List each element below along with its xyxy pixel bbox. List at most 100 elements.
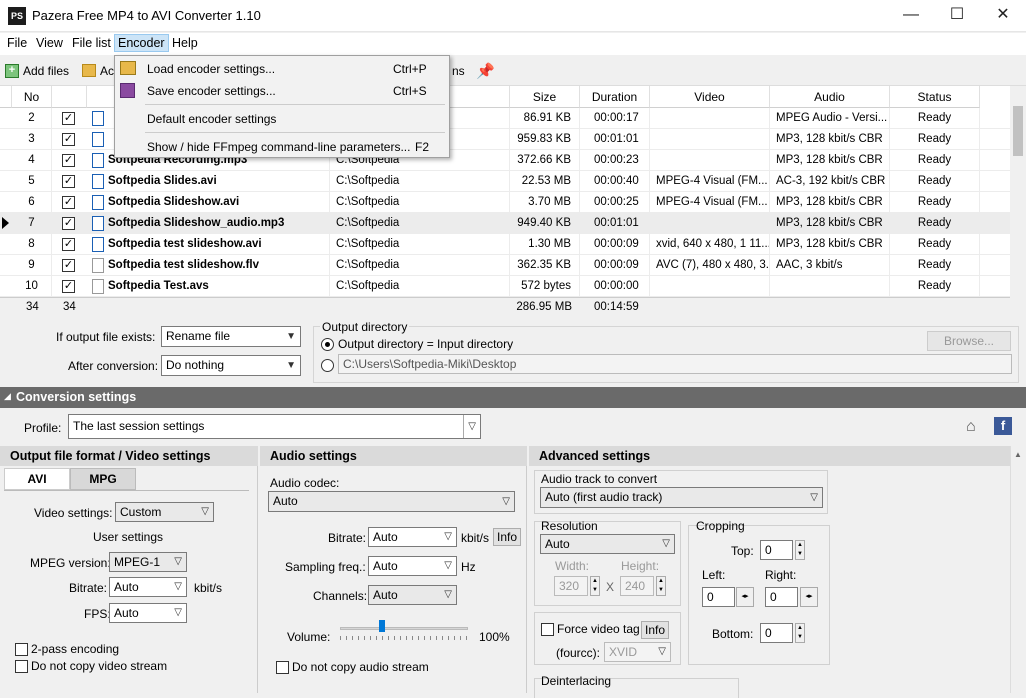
width-label: Width: bbox=[555, 559, 590, 573]
facebook-icon[interactable]: f bbox=[994, 417, 1012, 435]
close-button[interactable]: ✕ bbox=[980, 0, 1026, 32]
menu-view[interactable]: View bbox=[36, 36, 63, 50]
header-audio[interactable]: Audio bbox=[770, 86, 890, 108]
settings-scrollbar[interactable]: ▲ bbox=[1010, 446, 1026, 693]
scrollbar-thumb[interactable] bbox=[1013, 106, 1023, 156]
radio-custom-directory[interactable] bbox=[321, 359, 334, 372]
tab-mpg[interactable]: MPG bbox=[70, 468, 136, 490]
audio-codec-select[interactable]: Auto ▽ bbox=[268, 491, 515, 512]
height-input[interactable]: 240 bbox=[620, 576, 654, 596]
force-video-tag-checkbox[interactable] bbox=[541, 623, 554, 636]
no-copy-video-checkbox[interactable] bbox=[15, 660, 28, 673]
audio-track-select[interactable]: Auto (first audio track) ▽ bbox=[540, 487, 823, 508]
cell-video bbox=[650, 129, 770, 150]
volume-slider[interactable] bbox=[379, 620, 386, 632]
table-row[interactable]: ✓ 5 Softpedia Slides.avi C:\Softpedia 22.53 … bbox=[0, 171, 1010, 192]
two-pass-checkbox[interactable] bbox=[15, 643, 28, 656]
video-settings-select[interactable]: Custom ▽ bbox=[115, 502, 214, 522]
row-checkbox[interactable]: ✓ bbox=[62, 175, 75, 188]
crop-bottom-spinner[interactable]: ▲ ▼ bbox=[795, 623, 805, 643]
header-video[interactable]: Video bbox=[650, 86, 770, 108]
maximize-button[interactable]: ☐ bbox=[934, 0, 980, 32]
grid-scrollbar[interactable] bbox=[1010, 86, 1026, 316]
menu-encoder[interactable]: Encoder bbox=[114, 34, 169, 52]
browse-button[interactable]: Browse... bbox=[927, 331, 1011, 351]
user-settings-label: User settings bbox=[93, 530, 164, 544]
video-settings-header: Output file format / Video settings bbox=[0, 446, 258, 466]
header-no[interactable]: No bbox=[12, 86, 52, 108]
cell-no: 4 bbox=[12, 150, 52, 171]
cell-no: 9 bbox=[12, 255, 52, 276]
crop-left-spinner[interactable]: ◂▸ bbox=[736, 587, 754, 607]
table-row[interactable]: ✓ 6 Softpedia Slideshow.avi C:\Softpedia 3.7… bbox=[0, 192, 1010, 213]
row-checkbox[interactable]: ✓ bbox=[62, 133, 75, 146]
cell-path: C:\Softpedia bbox=[330, 276, 510, 297]
resolution-select[interactable]: Auto ▽ bbox=[540, 534, 675, 554]
scroll-up-icon[interactable]: ▲ bbox=[1014, 450, 1022, 459]
crop-left-input[interactable]: 0 bbox=[702, 587, 735, 607]
menu-file[interactable]: File bbox=[7, 36, 27, 50]
tab-avi[interactable]: AVI bbox=[4, 468, 70, 490]
minimize-button[interactable]: — bbox=[888, 0, 934, 32]
header-duration[interactable]: Duration bbox=[580, 86, 650, 108]
menu-help[interactable]: Help bbox=[172, 36, 198, 50]
cell-name: Softpedia test slideshow.avi bbox=[108, 234, 330, 255]
options-button[interactable]: ns bbox=[452, 64, 465, 78]
row-checkbox[interactable]: ✓ bbox=[62, 154, 75, 167]
crop-bottom-input[interactable]: 0 bbox=[760, 623, 793, 643]
crop-right-input[interactable]: 0 bbox=[765, 587, 798, 607]
conversion-panel: Profile: The last session settings ▽ ⌂ f … bbox=[0, 408, 1026, 698]
crop-right-spinner[interactable]: ◂▸ bbox=[800, 587, 818, 607]
video-tag-info-button[interactable]: Info bbox=[641, 621, 669, 639]
pin-icon[interactable]: 📌 bbox=[476, 62, 495, 80]
add-files-button[interactable]: Add files bbox=[23, 64, 69, 78]
if-exists-select[interactable]: Rename file ▼ bbox=[161, 326, 301, 347]
cell-path: C:\Softpedia bbox=[330, 213, 510, 234]
menu-show-ffmpeg-params[interactable]: Show / hide FFmpeg command-line paramete… bbox=[147, 140, 410, 154]
crop-top-input[interactable]: 0 bbox=[760, 540, 793, 560]
cell-status: Ready bbox=[890, 171, 980, 192]
menu-load-encoder-settings[interactable]: Load encoder settings... bbox=[147, 62, 275, 76]
fps-select[interactable]: Auto ▽ bbox=[109, 603, 187, 623]
row-checkbox[interactable]: ✓ bbox=[62, 112, 75, 125]
row-checkbox[interactable]: ✓ bbox=[62, 259, 75, 272]
home-icon[interactable]: ⌂ bbox=[966, 418, 976, 436]
after-conversion-select[interactable]: Do nothing ▼ bbox=[161, 355, 301, 376]
crop-top-label: Top: bbox=[731, 544, 754, 558]
table-row[interactable]: ✓ 9 Softpedia test slideshow.flv C:\Softped… bbox=[0, 255, 1010, 276]
add-folder-button[interactable]: Ac bbox=[100, 64, 114, 78]
audio-bitrate-info-button[interactable]: Info bbox=[493, 528, 521, 546]
crop-top-spinner[interactable]: ▲ ▼ bbox=[795, 540, 805, 560]
video-bitrate-select[interactable]: Auto ▽ bbox=[109, 577, 187, 597]
cell-audio: MP3, 128 kbit/s CBR bbox=[770, 192, 890, 213]
table-row[interactable]: ✓ 7 Softpedia Slideshow_audio.mp3 C:\Softpe… bbox=[0, 213, 1010, 234]
fourcc-select[interactable]: XVID ▽ bbox=[604, 642, 671, 662]
no-copy-audio-checkbox[interactable] bbox=[276, 661, 289, 674]
file-icon bbox=[92, 216, 104, 231]
header-size[interactable]: Size bbox=[510, 86, 580, 108]
row-checkbox[interactable]: ✓ bbox=[62, 217, 75, 230]
header-check[interactable] bbox=[52, 86, 87, 108]
header-status[interactable]: Status bbox=[890, 86, 980, 108]
width-spinner[interactable]: ▲ ▼ bbox=[590, 576, 600, 596]
height-spinner[interactable]: ▲ ▼ bbox=[656, 576, 666, 596]
table-row[interactable]: ✓ 10 Softpedia Test.avs C:\Softpedia 572 byt… bbox=[0, 276, 1010, 297]
audio-bitrate-select[interactable]: Auto ▽ bbox=[368, 527, 457, 547]
profile-select[interactable]: The last session settings ▽ bbox=[68, 414, 481, 439]
radio-input-directory[interactable] bbox=[321, 338, 334, 351]
conversion-settings-header[interactable]: Conversion settings bbox=[0, 387, 1026, 408]
menu-file-list[interactable]: File list bbox=[72, 36, 111, 50]
cell-size: 949.40 KB bbox=[510, 213, 580, 234]
sampling-select[interactable]: Auto ▽ bbox=[368, 556, 457, 576]
row-checkbox[interactable]: ✓ bbox=[62, 238, 75, 251]
collapse-icon[interactable]: ◢ bbox=[4, 391, 11, 402]
width-input[interactable]: 320 bbox=[554, 576, 588, 596]
channels-select[interactable]: Auto ▽ bbox=[368, 585, 457, 605]
row-checkbox[interactable]: ✓ bbox=[62, 280, 75, 293]
table-row[interactable]: ✓ 8 Softpedia test slideshow.avi C:\Softped… bbox=[0, 234, 1010, 255]
mpeg-version-select[interactable]: MPEG-1 ▽ bbox=[109, 552, 187, 572]
row-checkbox[interactable]: ✓ bbox=[62, 196, 75, 209]
custom-directory-input[interactable]: C:\Users\Softpedia-Miki\Desktop bbox=[338, 354, 1012, 374]
menu-default-encoder-settings[interactable]: Default encoder settings bbox=[147, 112, 276, 126]
menu-save-encoder-settings[interactable]: Save encoder settings... bbox=[147, 84, 276, 98]
